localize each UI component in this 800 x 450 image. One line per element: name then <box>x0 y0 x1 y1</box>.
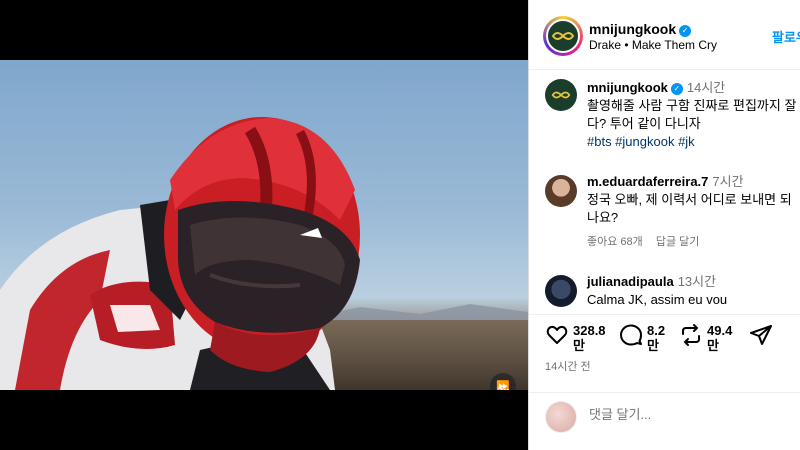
repost-button[interactable]: 49.4만 <box>679 323 735 353</box>
verified-badge-icon: ✓ <box>679 25 692 37</box>
video-player[interactable]: ⏩ 2x <box>0 60 528 390</box>
repost-icon <box>682 324 700 346</box>
post-actions-bar: 328.8만 8.2만 49.4만 <box>529 314 800 358</box>
author-username[interactable]: mnijungkook <box>589 21 676 37</box>
reply-button[interactable]: 답글 달기 <box>656 236 700 248</box>
post-header: mnijungkook✓ Drake • Make Them Cry 팔로우 <box>529 0 800 70</box>
motorcycle-rider-image <box>0 117 360 390</box>
add-comment-bar <box>529 392 800 450</box>
comment-count: 8.2만 <box>647 323 666 353</box>
send-icon <box>750 325 772 345</box>
comment-text: Calma JK, assim eu vou <box>587 292 728 307</box>
share-button[interactable] <box>749 323 773 347</box>
repost-count: 49.4만 <box>707 323 733 353</box>
like-button[interactable]: 328.8만 <box>545 323 609 353</box>
comment-like-count[interactable]: 좋아요 68개 <box>587 236 643 248</box>
comment-username[interactable]: m.eduardaferreira.7 <box>587 174 708 189</box>
comment-username[interactable]: julianadipaula <box>587 274 674 289</box>
post-timestamp: 14시간 전 <box>545 361 591 373</box>
heart-icon <box>546 325 568 344</box>
caption-author-avatar[interactable] <box>545 79 577 111</box>
comments-section: mnijungkook ✓ 14시간 촬영해줄 사람 구함 진짜로 편집까지 잘 다… <box>529 71 800 314</box>
logo-icon <box>551 32 575 40</box>
comment-button[interactable]: 8.2만 <box>619 323 671 353</box>
caption-hashtags[interactable]: #bts #jungkook #jk <box>587 133 800 151</box>
comment-time: 7시간 <box>712 174 744 189</box>
caption-time: 14시간 <box>686 80 726 95</box>
current-user-avatar <box>545 401 577 433</box>
post-side-panel: mnijungkook✓ Drake • Make Them Cry 팔로우 m… <box>528 0 800 450</box>
commenter-avatar[interactable] <box>545 175 577 207</box>
verified-badge-icon: ✓ <box>670 83 683 95</box>
playback-speed-label: 2x <box>490 387 516 390</box>
follow-button[interactable]: 팔로우 <box>772 27 800 46</box>
video-pane: ⏩ 2x <box>0 0 528 450</box>
comment-bubble-icon <box>620 324 642 346</box>
like-count: 328.8만 <box>573 323 606 353</box>
caption-username[interactable]: mnijungkook <box>587 80 668 95</box>
logo-icon <box>551 91 571 99</box>
comment-text: 정국 오빠, 제 이력서 어디로 보내면 되나요? <box>587 192 792 225</box>
comment-time: 13시간 <box>677 274 717 289</box>
audio-track-link[interactable]: Drake • Make Them Cry <box>589 38 717 52</box>
commenter-avatar[interactable] <box>545 275 577 307</box>
caption-text: 촬영해줄 사람 구함 진짜로 편집까지 잘 다? 투어 같이 다니자 <box>587 98 797 131</box>
comment-input[interactable] <box>589 407 789 422</box>
author-avatar[interactable] <box>543 16 583 56</box>
